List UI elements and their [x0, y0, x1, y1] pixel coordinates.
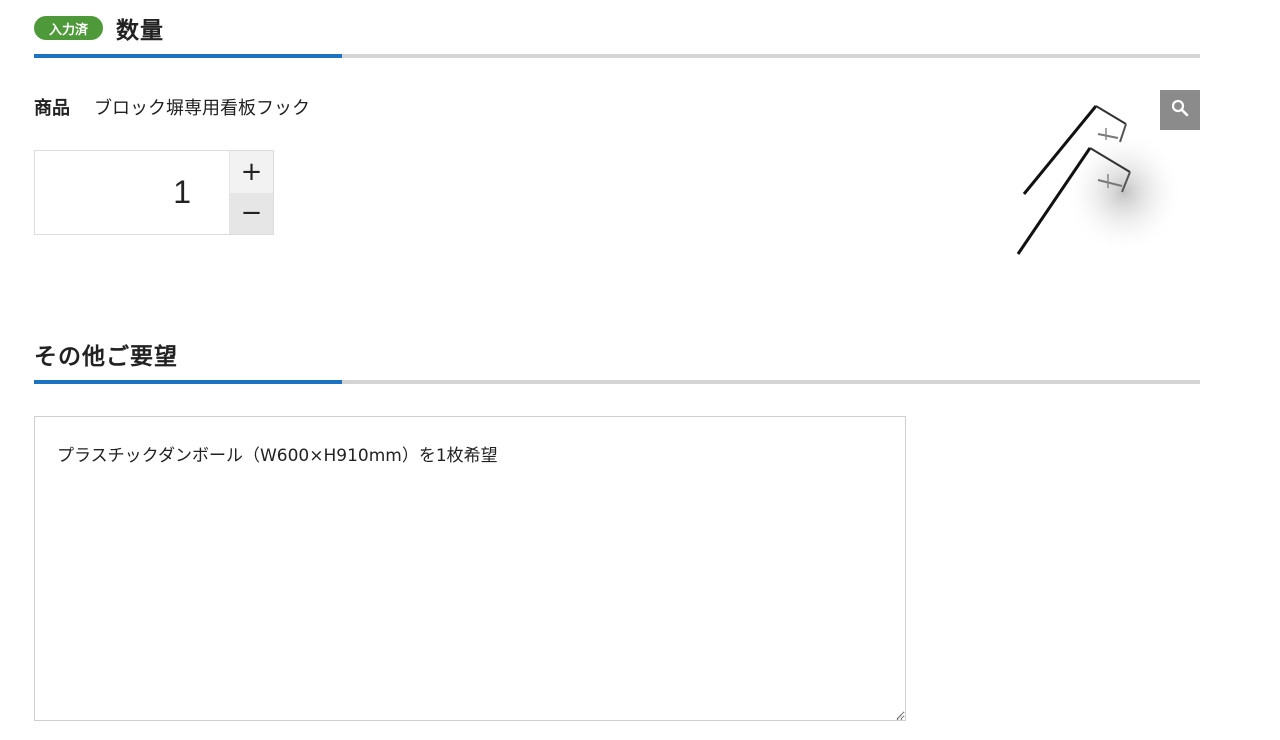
other-requests-text: プラスチックダンボール（W600×H910mm）を1枚希望: [57, 446, 498, 466]
section-divider-accent: [34, 380, 342, 384]
product-name: ブロック塀専用看板フック: [94, 98, 310, 119]
stepper-buttons: + −: [229, 151, 273, 234]
quantity-input[interactable]: 1: [35, 151, 229, 234]
section-divider: [34, 54, 1200, 58]
quantity-section-title: 数量: [116, 18, 165, 44]
search-icon: [1171, 99, 1189, 121]
increment-button[interactable]: +: [230, 151, 273, 193]
quantity-stepper[interactable]: 1 + −: [34, 150, 274, 235]
decrement-button[interactable]: −: [230, 192, 273, 234]
zoom-button[interactable]: [1160, 90, 1200, 130]
other-requests-section-header: その他ご要望: [34, 336, 1200, 384]
quantity-title-row: 入力済 数量: [34, 10, 1200, 46]
other-requests-section-title: その他ご要望: [34, 344, 178, 370]
other-requests-title-row: その他ご要望: [34, 336, 1200, 372]
other-requests-textarea[interactable]: プラスチックダンボール（W600×H910mm）を1枚希望: [34, 416, 906, 721]
hook-product-image: [1010, 92, 1180, 264]
resize-grip-icon[interactable]: [893, 708, 903, 720]
quantity-section-header: 入力済 数量: [34, 10, 1200, 58]
product-line: 商品 ブロック塀専用看板フック: [34, 94, 310, 120]
section-divider-accent: [34, 54, 342, 58]
status-badge: 入力済: [34, 16, 104, 40]
order-form-page: 入力済 数量 商品 ブロック塀専用看板フック 1 + − その他ご要望 プラスチ…: [0, 0, 1280, 740]
section-divider: [34, 380, 1200, 384]
product-label: 商品: [34, 98, 70, 119]
